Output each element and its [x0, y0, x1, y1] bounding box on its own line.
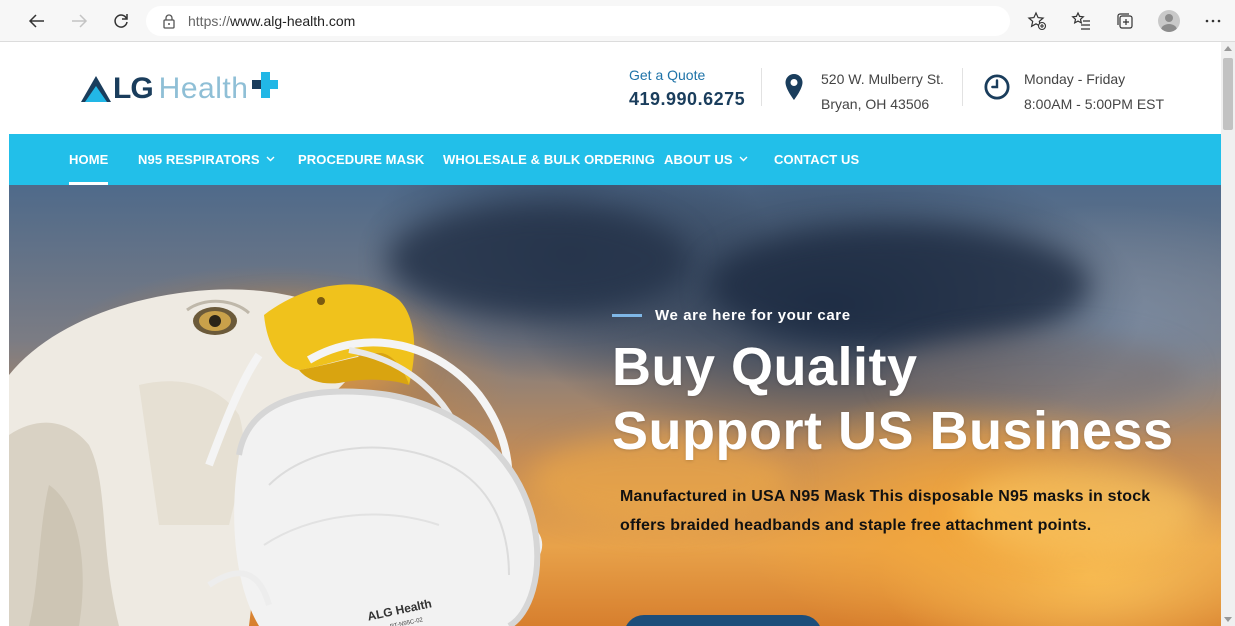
nav-about-us[interactable]: ABOUT US [664, 134, 748, 185]
hero-heading-line1: Buy Quality [612, 337, 918, 397]
nav-wholesale-label: WHOLESALE & BULK ORDERING [443, 152, 655, 167]
nav-home-label: HOME [69, 152, 109, 167]
profile-avatar-icon[interactable] [1147, 0, 1191, 42]
hero-banner: ALG Health PT-N95C-02 We are here for yo… [9, 185, 1221, 626]
avatar [1158, 10, 1180, 32]
star-plus-icon[interactable] [1015, 0, 1059, 42]
quote-label[interactable]: Get a Quote [629, 67, 745, 83]
forward-arrow-icon[interactable] [62, 4, 96, 38]
hero-tagline: We are here for your care [612, 307, 851, 324]
url-text: https://www.alg-health.com [188, 13, 355, 29]
web-page: LG Health Get a Quote 419.990.6275 520 W… [0, 42, 1221, 626]
nav-home[interactable]: HOME [69, 134, 109, 185]
quote-block: Get a Quote 419.990.6275 [629, 67, 745, 110]
logo-lg-text: LG [113, 72, 154, 105]
hero-cta-button[interactable] [624, 615, 822, 626]
hero-description: Manufactured in USA N95 Mask This dispos… [620, 488, 1151, 534]
nav-contact-us[interactable]: CONTACT US [774, 134, 859, 185]
medical-cross-icon [252, 72, 279, 98]
scroll-up-icon[interactable] [1224, 46, 1232, 51]
hero-heading: Buy Quality Support US Business [612, 335, 1174, 463]
site-header: LG Health Get a Quote 419.990.6275 520 W… [9, 42, 1221, 134]
cloud [709, 225, 1089, 345]
scrollbar-thumb[interactable] [1223, 58, 1233, 130]
url-host: www.alg-health.com [230, 13, 356, 29]
hours-block: Monday - Friday 8:00AM - 5:00PM EST [984, 67, 1164, 117]
eagle-with-mask-image: ALG Health PT-N95C-02 [9, 284, 543, 626]
divider [761, 68, 762, 106]
nav-procedure-label: PROCEDURE MASK [298, 152, 425, 167]
nav-about-label: ABOUT US [664, 152, 733, 167]
nav-n95-label: N95 RESPIRATORS [138, 152, 260, 167]
main-nav: HOME N95 RESPIRATORS PROCEDURE MASK WHOL… [9, 134, 1221, 185]
lock-icon[interactable] [160, 12, 178, 30]
nav-contact-label: CONTACT US [774, 152, 860, 167]
page-scrollbar[interactable] [1221, 42, 1235, 626]
back-arrow-icon[interactable] [20, 4, 54, 38]
scroll-down-icon[interactable] [1224, 617, 1232, 622]
chevron-down-icon [266, 154, 275, 165]
hours-line2: 8:00AM - 5:00PM EST [1024, 96, 1165, 112]
more-dots-icon[interactable] [1191, 0, 1235, 42]
logo-health-text: Health [158, 72, 249, 105]
address-bar[interactable]: https://www.alg-health.com [146, 6, 1010, 36]
clock-icon [984, 67, 1010, 107]
address-line2: Bryan, OH 43506 [821, 96, 930, 112]
site-logo[interactable]: LG Health [81, 72, 279, 106]
browser-actions [1015, 0, 1235, 42]
collections-icon[interactable] [1103, 0, 1147, 42]
chevron-down-icon [739, 154, 748, 165]
map-pin-icon [781, 67, 807, 107]
phone-number[interactable]: 419.990.6275 [629, 89, 745, 110]
address-block: 520 W. Mulberry St. Bryan, OH 43506 [781, 67, 944, 117]
nav-wholesale[interactable]: WHOLESALE & BULK ORDERING [443, 134, 655, 185]
logo-mark-icon [81, 76, 111, 102]
nav-procedure-mask[interactable]: PROCEDURE MASK [298, 134, 424, 185]
tagline-text: We are here for your care [655, 307, 851, 324]
favorites-list-icon[interactable] [1059, 0, 1103, 42]
refresh-icon[interactable] [104, 4, 138, 38]
url-protocol: https:// [188, 13, 231, 29]
nav-n95-respirators[interactable]: N95 RESPIRATORS [138, 134, 275, 185]
address-line1: 520 W. Mulberry St. [821, 71, 944, 87]
tagline-accent-line [612, 314, 642, 317]
divider [962, 68, 963, 106]
hours-line1: Monday - Friday [1024, 71, 1126, 87]
hero-heading-line2: Support US Business [612, 401, 1174, 461]
browser-toolbar: https://www.alg-health.com [0, 0, 1235, 42]
